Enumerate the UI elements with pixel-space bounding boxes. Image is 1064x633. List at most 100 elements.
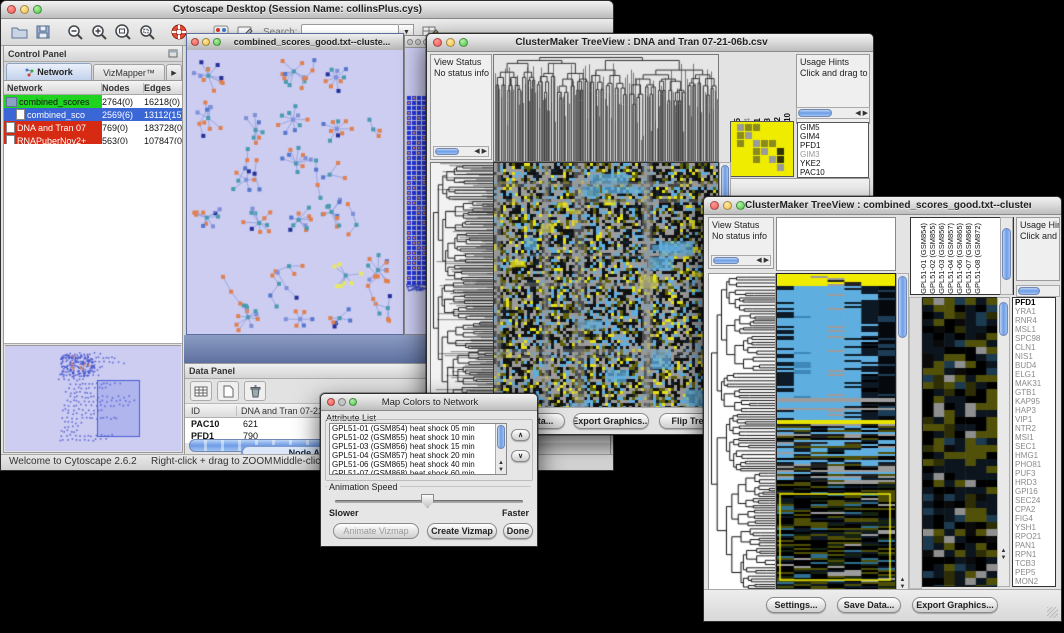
- tv1-export-graphics-button[interactable]: Export Graphics...: [573, 413, 649, 429]
- scroll-thumb[interactable]: [999, 302, 1008, 336]
- gene-label[interactable]: NIS1: [1015, 352, 1055, 361]
- zoom-button[interactable]: [736, 201, 745, 210]
- network-table-header[interactable]: Network Nodes Edges: [4, 81, 182, 95]
- tv2-usage-hscrollbar[interactable]: [1016, 285, 1060, 297]
- minimize-button[interactable]: [20, 5, 29, 14]
- scroll-arrows[interactable]: ◀ ▶: [855, 109, 868, 118]
- minimize-button[interactable]: [723, 201, 732, 210]
- move-down-button[interactable]: ∨: [511, 450, 530, 462]
- gene-label[interactable]: GPI16: [1015, 487, 1055, 496]
- attribute-item[interactable]: GPL51-02 (GSM855) heat shock 10 min: [330, 433, 506, 442]
- gene-label[interactable]: PFD1: [1015, 298, 1055, 307]
- open-session-icon[interactable]: [8, 22, 30, 42]
- gene-label[interactable]: MON2: [1015, 577, 1055, 586]
- frame-minimize-button[interactable]: [202, 38, 210, 46]
- network-table[interactable]: combined_scores 2764(0) 16218(0) combine…: [4, 95, 182, 147]
- tv2-heatmap-vscrollbar[interactable]: ▲▼: [896, 273, 909, 593]
- tv2-settings-button[interactable]: Settings...: [766, 597, 826, 613]
- attribute-item[interactable]: GPL51-07 (GSM868) heat shock 60 min: [330, 469, 506, 475]
- scroll-arrows[interactable]: ◀ ▶: [474, 147, 487, 156]
- gene-label[interactable]: NTR2: [1015, 424, 1055, 433]
- gene-label[interactable]: CPA2: [1015, 505, 1055, 514]
- zoom-in-icon[interactable]: [88, 22, 110, 42]
- dialog-title-bar[interactable]: Map Colors to Network: [321, 394, 537, 411]
- gene-label[interactable]: HMG1: [1015, 451, 1055, 460]
- done-button[interactable]: Done: [503, 523, 533, 539]
- zoom-selected-icon[interactable]: [112, 22, 134, 42]
- attribute-list-vscrollbar[interactable]: ▲▼: [495, 424, 506, 474]
- close-button[interactable]: [327, 398, 335, 406]
- gene-label[interactable]: VIP1: [1015, 415, 1055, 424]
- zoom-out-icon[interactable]: [64, 22, 86, 42]
- scroll-arrows[interactable]: ▲▼: [998, 548, 1009, 562]
- resize-grip[interactable]: [1047, 607, 1058, 618]
- attribute-list[interactable]: GPL51-01 (GSM854) heat shock 05 minGPL51…: [329, 423, 507, 475]
- attribute-item[interactable]: GPL51-01 (GSM854) heat shock 05 min: [330, 424, 506, 433]
- treeview1-title-bar[interactable]: ClusterMaker TreeView : DNA and Tran 07-…: [427, 34, 873, 52]
- zoom-fit-icon[interactable]: [136, 22, 158, 42]
- gene-label[interactable]: PHO81: [1015, 460, 1055, 469]
- gene-label[interactable]: HRD3: [1015, 478, 1055, 487]
- gene-label[interactable]: CLN1: [1015, 343, 1055, 352]
- gene-label[interactable]: TCB3: [1015, 559, 1055, 568]
- frame2-close-button[interactable]: [407, 39, 413, 45]
- gene-label[interactable]: GTB1: [1015, 388, 1055, 397]
- attribute-item[interactable]: GPL51-04 (GSM857) heat shock 20 min: [330, 451, 506, 460]
- scroll-thumb[interactable]: [898, 276, 907, 338]
- main-title-bar[interactable]: Cytoscape Desktop (Session Name: collins…: [1, 1, 613, 19]
- scroll-arrows[interactable]: ▲▼: [496, 460, 506, 474]
- minimize-button[interactable]: [446, 38, 455, 47]
- treeview2-title-bar[interactable]: ClusterMaker TreeView : combined_scores_…: [704, 197, 1061, 215]
- gene-label[interactable]: MSI1: [1015, 433, 1055, 442]
- zoom-button[interactable]: [349, 398, 357, 406]
- network-frame-title-bar[interactable]: combined_scores_good.txt--cluste...: [187, 34, 403, 51]
- gene-label[interactable]: PAN1: [1015, 541, 1055, 550]
- scroll-thumb[interactable]: [798, 109, 832, 117]
- gene-label[interactable]: PEP5: [1015, 568, 1055, 577]
- tv1-status-hscrollbar[interactable]: ◀ ▶: [433, 146, 489, 157]
- tv2-row-dendrogram[interactable]: [708, 273, 776, 591]
- scroll-arrows[interactable]: ◀ ▶: [756, 256, 769, 265]
- delete-attribute-icon[interactable]: [244, 381, 266, 401]
- attribute-select-icon[interactable]: [190, 381, 212, 401]
- zoom-button[interactable]: [459, 38, 468, 47]
- tv1-column-dendrogram[interactable]: [493, 54, 719, 162]
- frame-zoom-button[interactable]: [213, 38, 221, 46]
- tv2-zoom-panel[interactable]: [922, 297, 998, 587]
- tv1-heatmap[interactable]: [493, 162, 719, 410]
- tv2-status-hscrollbar[interactable]: ◀ ▶: [711, 255, 771, 266]
- scroll-thumb[interactable]: [497, 425, 505, 449]
- gene-label[interactable]: ELG1: [1015, 370, 1055, 379]
- close-button[interactable]: [433, 38, 442, 47]
- tv2-gene-list[interactable]: PFD1YRA1RNR4MSL1SPC98CLN1NIS1BUD4ELG1MAK…: [1012, 297, 1056, 587]
- scroll-thumb[interactable]: [713, 257, 739, 264]
- gene-label[interactable]: YRA1: [1015, 307, 1055, 316]
- frame-close-button[interactable]: [191, 38, 199, 46]
- gene-label[interactable]: SPC98: [1015, 334, 1055, 343]
- gene-label[interactable]: RPN1: [1015, 550, 1055, 559]
- save-session-icon[interactable]: [32, 22, 54, 42]
- tab-overflow-arrow[interactable]: ▶: [166, 64, 182, 80]
- gene-label[interactable]: RPO21: [1015, 532, 1055, 541]
- gene-label[interactable]: KAP95: [1015, 397, 1055, 406]
- gene-label[interactable]: MAK31: [1015, 379, 1055, 388]
- attribute-item[interactable]: GPL51-03 (GSM856) heat shock 15 min: [330, 442, 506, 451]
- zoom-button[interactable]: [33, 5, 42, 14]
- tv1-summary-matrix[interactable]: [730, 121, 794, 177]
- tv1-row-dendrogram[interactable]: [430, 162, 494, 410]
- network-row[interactable]: combined_sco 2569(6) 13112(15): [4, 108, 182, 121]
- gene-label[interactable]: SEC24: [1015, 496, 1055, 505]
- gene-label[interactable]: YSH1: [1015, 523, 1055, 532]
- gene-label[interactable]: BUD4: [1015, 361, 1055, 370]
- tab-vizmapper[interactable]: VizMapper™: [93, 64, 165, 80]
- move-up-button[interactable]: ∧: [511, 429, 530, 441]
- scroll-thumb[interactable]: [1018, 287, 1040, 295]
- create-vizmap-button[interactable]: Create Vizmap: [427, 523, 497, 539]
- network-row[interactable]: DNA and Tran 07 769(0) 183728(0): [4, 121, 182, 134]
- float-panel-icon[interactable]: [168, 45, 178, 63]
- tv1-usage-hscrollbar[interactable]: ◀ ▶: [796, 107, 870, 119]
- gene-label[interactable]: FIG4: [1015, 514, 1055, 523]
- tv2-heatmap[interactable]: [776, 273, 896, 593]
- tv2-zoom-vscrollbar[interactable]: ▲▼: [997, 297, 1010, 587]
- scroll-thumb[interactable]: [435, 148, 459, 155]
